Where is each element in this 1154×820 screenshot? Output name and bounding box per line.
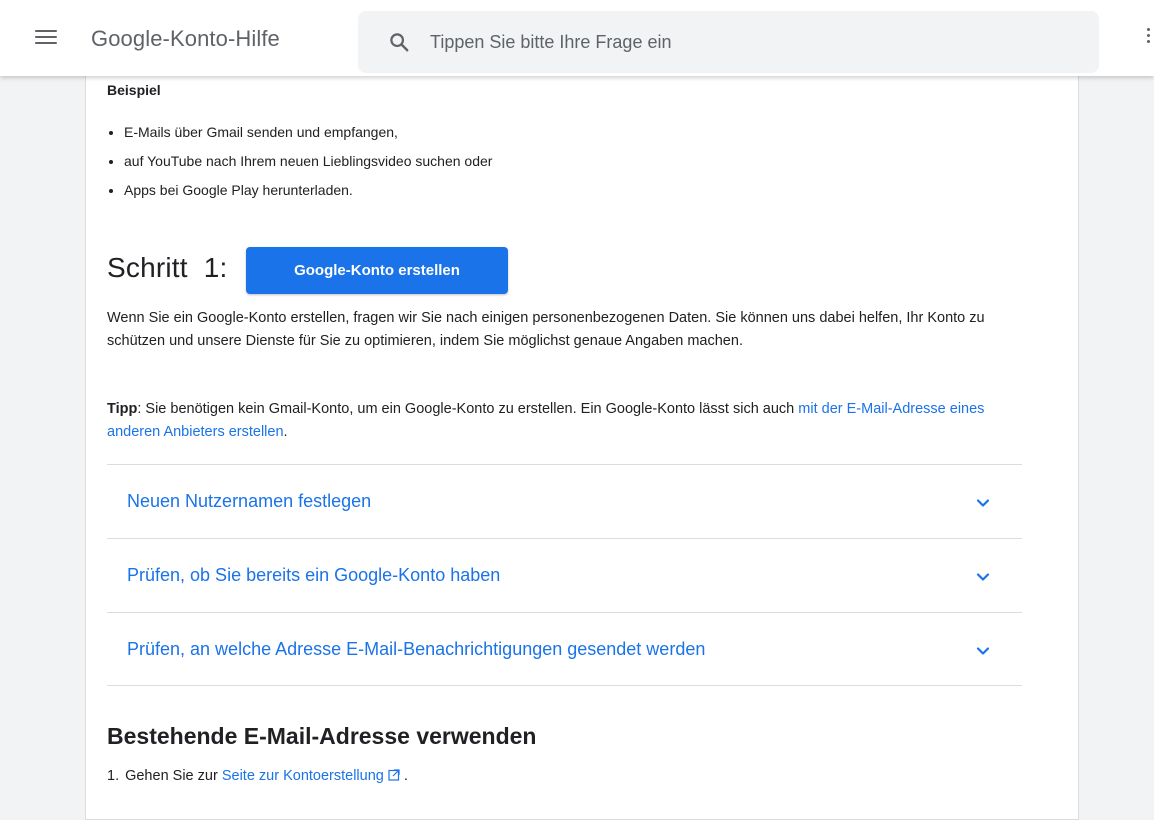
chevron-down-icon[interactable] xyxy=(975,569,991,585)
accordion-title[interactable]: Prüfen, ob Sie bereits ein Google-Konto … xyxy=(127,565,500,586)
search-icon[interactable] xyxy=(388,31,410,53)
step-text: Gehen Sie zur xyxy=(125,768,222,784)
tip-label: Tipp xyxy=(107,401,138,417)
accordion-item-new-username[interactable]: Neuen Nutzernamen festlegen xyxy=(107,464,1022,538)
accordion-title[interactable]: Prüfen, an welche Adresse E-Mail-Benachr… xyxy=(127,639,705,660)
list-item: auf YouTube nach Ihrem neuen Lieblingsvi… xyxy=(107,147,492,176)
app-title[interactable]: Google-Konto-Hilfe xyxy=(91,26,280,52)
create-account-button[interactable]: Google-Konto erstellen xyxy=(246,247,508,294)
account-creation-link[interactable]: Seite zur Kontoerstellung xyxy=(222,768,384,784)
more-options-icon[interactable] xyxy=(1147,28,1150,48)
accordion-item-notification-address[interactable]: Prüfen, an welche Adresse E-Mail-Benachr… xyxy=(107,612,1022,686)
tip-text: : Sie benötigen kein Gmail-Konto, um ein… xyxy=(137,401,799,417)
chevron-down-icon[interactable] xyxy=(975,495,991,511)
top-app-bar: Google-Konto-Hilfe xyxy=(0,0,1154,76)
hamburger-menu-icon[interactable] xyxy=(35,28,57,46)
accordion: Neuen Nutzernamen festlegen Prüfen, ob S… xyxy=(107,464,1022,686)
search-input[interactable] xyxy=(430,11,1070,73)
partial-heading: Beispiel xyxy=(107,82,161,98)
accordion-item-check-existing-account[interactable]: Prüfen, ob Sie bereits ein Google-Konto … xyxy=(107,538,1022,612)
tip-paragraph: Tipp: Sie benötigen kein Gmail-Konto, um… xyxy=(107,398,1027,444)
list-item: E-Mails über Gmail senden und empfangen, xyxy=(107,118,492,147)
tip-end: . xyxy=(283,424,288,440)
step-number: 1. xyxy=(107,768,120,784)
examples-list: E-Mails über Gmail senden und empfangen,… xyxy=(107,118,492,205)
step-end: . xyxy=(399,768,408,784)
section-title: Bestehende E-Mail-Adresse verwenden xyxy=(107,723,537,749)
search-bar[interactable] xyxy=(358,11,1099,73)
external-link-icon xyxy=(388,769,400,781)
instruction-step: 1. Gehen Sie zur Seite zur Kontoerstellun… xyxy=(107,768,408,784)
accordion-title[interactable]: Neuen Nutzernamen festlegen xyxy=(127,491,371,512)
intro-paragraph: Wenn Sie ein Google-Konto erstellen, fra… xyxy=(107,310,985,349)
step-heading: Schritt 1: xyxy=(107,252,228,283)
chevron-down-icon[interactable] xyxy=(975,643,991,659)
list-item: Apps bei Google Play herunterladen. xyxy=(107,176,492,205)
